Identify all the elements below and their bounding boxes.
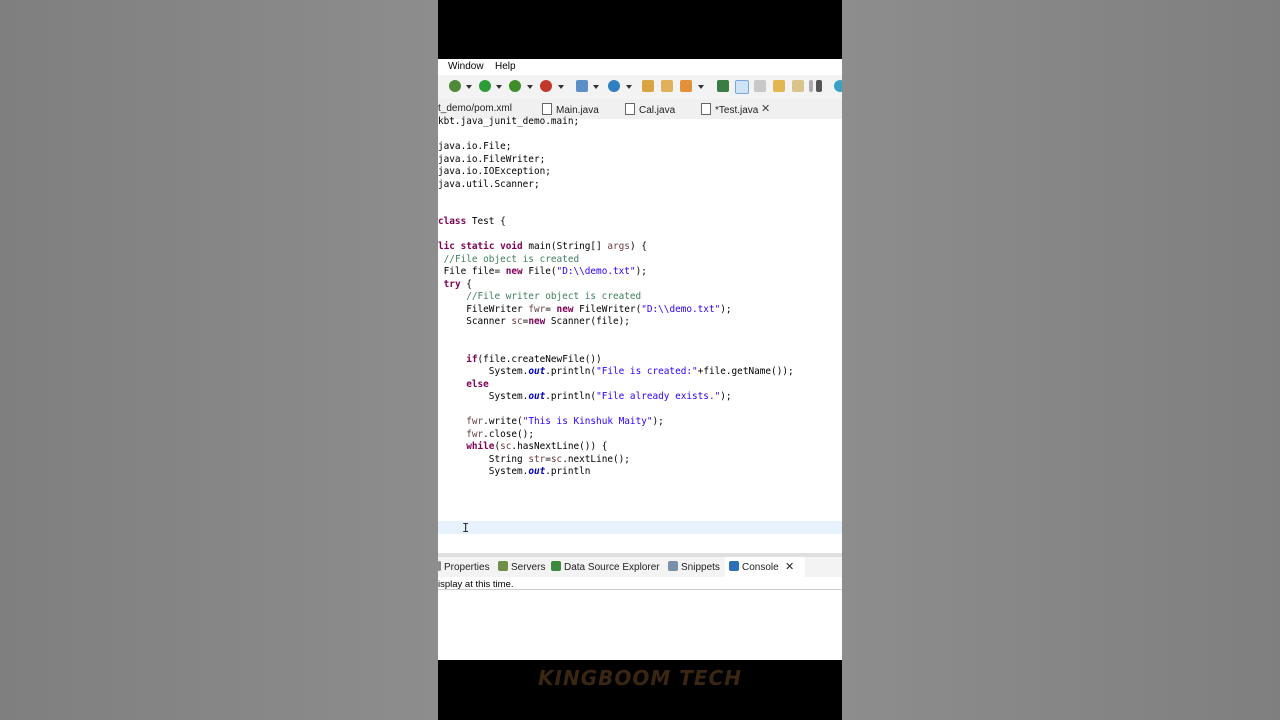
external-tools-icon[interactable] (540, 80, 552, 92)
java-file-icon (625, 103, 635, 115)
blurred-left-background (0, 0, 438, 720)
code-editor[interactable]: kbt.java_junit_demo.main; java.io.File; j… (438, 116, 842, 549)
coverage-icon[interactable] (509, 80, 521, 92)
block-select-icon[interactable] (792, 80, 804, 92)
java-file-icon (542, 103, 552, 115)
snippets-icon (668, 561, 678, 571)
close-icon[interactable]: ✕ (785, 560, 794, 573)
chevron-down-icon[interactable] (558, 85, 564, 89)
new-server-icon[interactable] (576, 80, 588, 92)
text-cursor-icon: I (462, 521, 470, 535)
toggle-icon[interactable] (754, 80, 766, 92)
chevron-down-icon[interactable] (593, 85, 599, 89)
blurred-right-background (842, 0, 1280, 720)
search-icon[interactable] (680, 80, 692, 92)
code-line[interactable]: System.out.println("File is created:"+fi… (438, 366, 794, 379)
code-line[interactable] (438, 329, 444, 342)
separator-icon (809, 80, 813, 92)
code-line[interactable]: kbt.java_junit_demo.main; (438, 116, 579, 129)
console-output[interactable]: isplay at this time. (438, 577, 842, 660)
tab-servers[interactable]: Servers (498, 561, 545, 573)
watermark-logo: KINGBOOM TECH (538, 666, 742, 690)
code-line[interactable]: java.io.File; (438, 141, 511, 154)
code-line[interactable]: try { (438, 279, 472, 292)
eclipse-window: Window Help t_demo/pom.xml Main.java Cal… (438, 59, 842, 660)
code-line[interactable] (438, 191, 444, 204)
tab-pom-xml[interactable]: t_demo/pom.xml (438, 103, 512, 114)
tab-test-java[interactable]: *Test.java (701, 103, 758, 116)
code-line[interactable]: java.util.Scanner; (438, 179, 540, 192)
code-line[interactable]: fwr.write("This is Kinshuk Maity"); (438, 416, 664, 429)
properties-icon (438, 561, 441, 571)
menu-window[interactable]: Window (448, 61, 484, 72)
menu-help[interactable]: Help (495, 61, 516, 72)
new-class-icon[interactable] (608, 80, 620, 92)
tab-properties[interactable]: Properties (438, 561, 490, 573)
java-file-icon (701, 103, 711, 115)
run-icon[interactable] (479, 80, 491, 92)
code-line[interactable]: //File writer object is created (438, 291, 641, 304)
chevron-down-icon[interactable] (527, 85, 533, 89)
code-line[interactable] (438, 204, 444, 217)
highlight-icon[interactable] (735, 80, 749, 94)
open-folder-icon[interactable] (661, 80, 673, 92)
code-line[interactable] (438, 341, 444, 354)
tab-main-java[interactable]: Main.java (542, 103, 599, 116)
code-line[interactable]: java.io.FileWriter; (438, 154, 545, 167)
console-separator (438, 589, 842, 590)
console-icon (729, 561, 739, 571)
code-line[interactable]: fwr.close(); (438, 429, 534, 442)
tab-data-source-explorer[interactable]: Data Source Explorer (551, 561, 660, 573)
code-line[interactable]: class Test { (438, 216, 506, 229)
code-line[interactable]: while(sc.hasNextLine()) { (438, 441, 607, 454)
chevron-down-icon[interactable] (698, 85, 704, 89)
code-line[interactable]: //File object is created (438, 254, 579, 267)
code-line[interactable] (438, 129, 444, 142)
debug-icon[interactable] (449, 80, 461, 92)
code-line[interactable]: else (438, 379, 489, 392)
code-line[interactable]: java.io.IOException; (438, 166, 551, 179)
servers-icon (498, 561, 508, 571)
whitespace-icon[interactable] (816, 80, 822, 92)
open-type-icon[interactable] (642, 80, 654, 92)
code-line[interactable] (438, 229, 444, 242)
code-line[interactable]: String str=sc.nextLine(); (438, 454, 630, 467)
database-icon (551, 561, 561, 571)
code-line[interactable]: FileWriter fwr= new FileWriter("D:\\demo… (438, 304, 731, 317)
tab-cal-java[interactable]: Cal.java (625, 103, 675, 116)
menu-bar: Window Help (438, 59, 842, 75)
code-line[interactable]: lic static void main(String[] args) { (438, 241, 647, 254)
annotation-icon[interactable] (773, 80, 785, 92)
tab-console[interactable]: Console (729, 561, 779, 573)
code-line[interactable]: Scanner sc=new Scanner(file); (438, 316, 630, 329)
code-line[interactable]: System.out.println (438, 466, 591, 479)
tab-snippets[interactable]: Snippets (668, 561, 720, 573)
code-line[interactable]: System.out.println("File already exists.… (438, 391, 732, 404)
chevron-down-icon[interactable] (466, 85, 472, 89)
code-line[interactable]: if(file.createNewFile()) (438, 354, 601, 367)
code-line[interactable]: File file= new File("D:\\demo.txt"); (438, 266, 647, 279)
chevron-down-icon[interactable] (496, 85, 502, 89)
pin-icon[interactable] (717, 80, 729, 92)
toolbar (438, 75, 842, 100)
code-line[interactable] (438, 404, 444, 417)
perspective-icon[interactable] (834, 80, 842, 92)
chevron-down-icon[interactable] (626, 85, 632, 89)
current-line-highlight (438, 521, 842, 534)
video-frame: Window Help t_demo/pom.xml Main.java Cal… (438, 0, 842, 720)
close-icon[interactable]: ✕ (761, 102, 770, 115)
view-tab-bar: Properties Servers Data Source Explorer … (438, 557, 842, 578)
